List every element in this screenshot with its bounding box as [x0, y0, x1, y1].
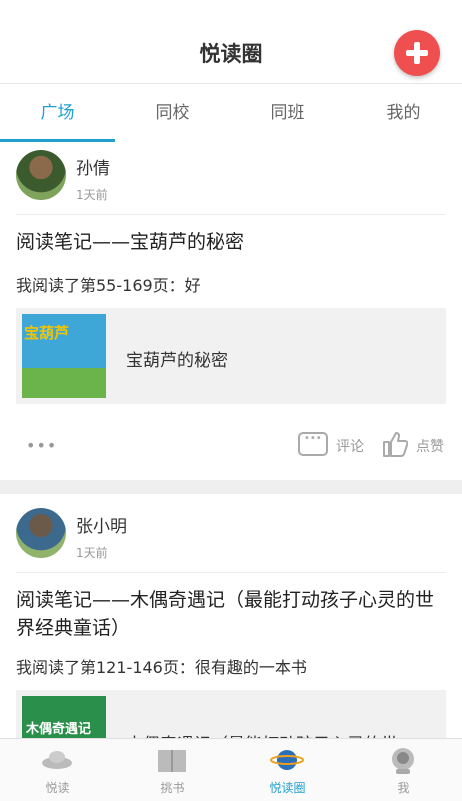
post-card: 张小明 1天前 阅读笔记——木偶奇遇记（最能打动孩子心灵的世界经典童话） 我阅读…: [0, 494, 462, 738]
thumbs-up-icon[interactable]: [382, 430, 408, 458]
avatar[interactable]: [16, 150, 66, 200]
post-separator: [0, 480, 462, 494]
add-post-button[interactable]: [394, 30, 440, 76]
cover-title: 宝葫芦: [24, 324, 70, 342]
book-cover: 宝葫芦: [22, 314, 106, 398]
ufo-icon: [42, 751, 72, 769]
post-time: 1天前: [76, 546, 108, 560]
tab-plaza[interactable]: 广场: [0, 84, 115, 142]
post-card: 孙倩 1天前 阅读笔记——宝葫芦的秘密 我阅读了第55-169页：好 宝葫芦 宝…: [0, 142, 462, 480]
tabbar-label: 悦读: [45, 781, 70, 795]
cover-art: [22, 368, 106, 398]
page-title: 悦读圈: [199, 42, 263, 66]
tabbar-item-read[interactable]: 悦读: [0, 739, 115, 801]
post-author[interactable]: 张小明: [76, 512, 127, 537]
book-icon: [158, 750, 186, 772]
avatar[interactable]: [16, 508, 66, 558]
category-tabs: 广场 同校 同班 我的: [0, 84, 462, 142]
tabbar-item-pick-books[interactable]: 挑书: [115, 739, 230, 801]
tabbar-item-me[interactable]: 我: [346, 739, 461, 801]
tabbar-item-reading-circle[interactable]: 悦读圈: [230, 739, 345, 801]
tabbar-label: 我: [397, 781, 410, 795]
post-description: 我阅读了第55-169页：好: [16, 276, 201, 295]
bottom-tab-bar: 悦读 挑书 悦读圈 我: [0, 738, 462, 801]
book-name: 宝葫芦的秘密: [126, 351, 228, 371]
tab-same-class[interactable]: 同班: [230, 84, 345, 142]
cover-title: 木偶奇遇记: [26, 722, 92, 737]
post-feed[interactable]: 孙倩 1天前 阅读笔记——宝葫芦的秘密 我阅读了第55-169页：好 宝葫芦 宝…: [0, 142, 462, 738]
planet-icon: [270, 750, 304, 770]
robot-icon: [392, 748, 414, 774]
book-card[interactable]: 木偶奇遇记 木偶奇遇记（最能打动孩子心灵的世: [16, 690, 446, 738]
tab-mine[interactable]: 我的: [346, 84, 461, 142]
book-name: 木偶奇遇记（最能打动孩子心灵的世: [126, 730, 398, 738]
comment-button[interactable]: 评论: [336, 436, 364, 456]
divider: [16, 572, 446, 573]
more-icon[interactable]: •••: [26, 436, 57, 455]
app-header: 悦读圈: [0, 0, 462, 84]
post-author[interactable]: 孙倩: [76, 154, 110, 179]
book-card[interactable]: 宝葫芦 宝葫芦的秘密: [16, 308, 446, 404]
comment-icon[interactable]: [298, 432, 328, 456]
book-cover: 木偶奇遇记: [22, 696, 106, 738]
post-actions: ••• 评论 点赞: [0, 426, 462, 466]
tabbar-label: 悦读圈: [269, 781, 306, 795]
tab-same-school[interactable]: 同校: [115, 84, 230, 142]
divider: [16, 214, 446, 215]
post-title[interactable]: 阅读笔记——宝葫芦的秘密: [16, 228, 446, 256]
tabbar-label: 挑书: [160, 781, 185, 795]
post-description: 我阅读了第121-146页：很有趣的一本书: [16, 658, 307, 677]
post-title[interactable]: 阅读笔记——木偶奇遇记（最能打动孩子心灵的世界经典童话）: [16, 586, 446, 642]
like-button[interactable]: 点赞: [416, 436, 444, 456]
post-time: 1天前: [76, 188, 108, 202]
